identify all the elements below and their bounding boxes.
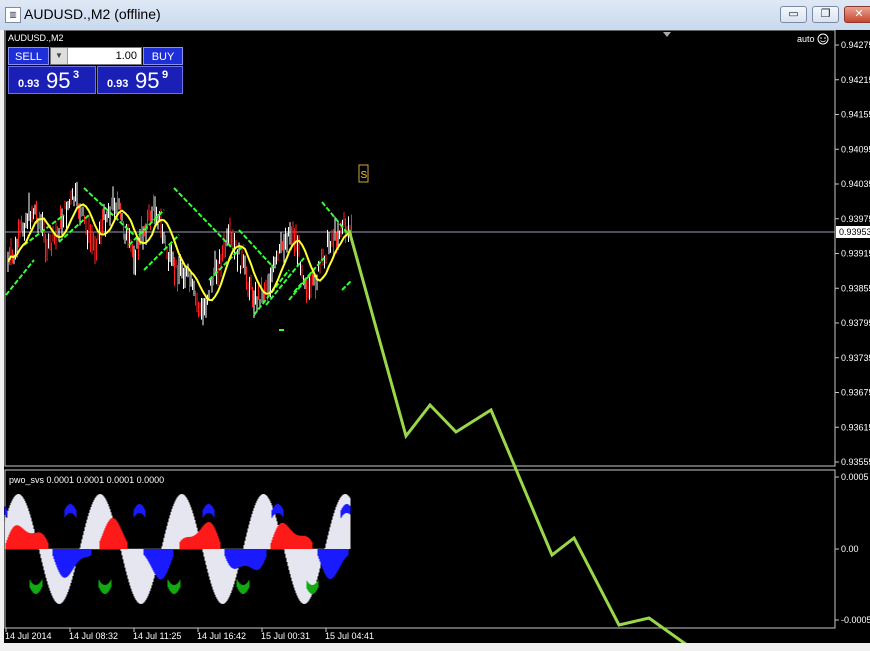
indicator-tick-label: -0.0005 — [841, 615, 870, 625]
restore-button[interactable]: ❐ — [812, 6, 839, 23]
ask-price-box[interactable]: 0.93 95 9 — [97, 66, 183, 94]
price-tick-label: 0.94035 — [841, 179, 870, 189]
time-tick-label: 15 Jul 00:31 — [261, 631, 310, 641]
lot-dropdown-icon[interactable]: ▼ — [51, 48, 68, 64]
signal-marker-label: S — [361, 170, 368, 181]
indicator-tick-label: 0.0005 — [841, 472, 869, 482]
time-tick-label: 15 Jul 04:41 — [325, 631, 374, 641]
current-price-label: 0.93953 — [839, 227, 870, 237]
channel-segment — [173, 187, 235, 251]
title-bar: ▥ AUDUSD.,M2 (offline) ▭ ❐ ✕ — [0, 0, 870, 30]
auto-scroll-label: auto — [797, 34, 815, 44]
price-tick-label: 0.94095 — [841, 144, 870, 154]
channel-segment — [341, 279, 353, 291]
price-tick-label: 0.94155 — [841, 110, 870, 120]
ask-price-pips: 95 — [135, 68, 160, 93]
ask-price-fraction: 9 — [162, 69, 169, 81]
price-tick-label: 0.93555 — [841, 457, 870, 467]
bid-price-fraction: 3 — [73, 69, 80, 81]
price-tick-label: 0.93795 — [841, 318, 870, 328]
smiley-face-icon[interactable] — [817, 33, 829, 45]
sell-button[interactable]: SELL — [8, 47, 49, 65]
channel-segment — [5, 259, 35, 296]
chart-area[interactable]: 0.942750.942150.941550.940950.940350.939… — [4, 30, 870, 643]
channel-segment — [208, 244, 245, 281]
lot-size-input[interactable]: ▼ 1.00 — [50, 47, 142, 65]
bid-price-box[interactable]: 0.93 95 3 — [8, 66, 96, 94]
price-axis: 0.94275 0.94215 0.94155 0.94095 0.94035 0.939… — [835, 40, 870, 467]
bottom-strip — [0, 643, 870, 651]
time-tick-label: 14 Jul 11:25 — [133, 631, 181, 641]
price-tick-label: 0.93855 — [841, 283, 870, 293]
minimize-button[interactable]: ▭ — [780, 6, 807, 23]
close-button[interactable]: ✕ — [844, 6, 870, 23]
bid-price-pips: 95 — [46, 68, 71, 93]
time-tick-label: 14 Jul 08:32 — [69, 631, 118, 641]
price-tick-label: 0.93675 — [841, 388, 870, 398]
main-panel-border — [4, 30, 836, 467]
shift-marker-icon[interactable] — [663, 32, 671, 37]
lot-size-value: 1.00 — [115, 50, 137, 62]
indicator-tick-label: 0.00 — [841, 544, 859, 554]
symbol-label: AUDUSD.,M2 — [8, 33, 64, 43]
price-tick-label: 0.93975 — [841, 214, 870, 224]
bid-price-prefix: 0.93 — [18, 78, 40, 90]
price-tick-label: 0.93915 — [841, 249, 870, 259]
ask-price-prefix: 0.93 — [107, 78, 129, 90]
time-tick-label: 14 Jul 2014 — [5, 631, 52, 641]
chart-window-icon: ▥ — [5, 7, 21, 23]
indicator-axis: 0.0005 0.00 -0.0005 — [835, 472, 870, 625]
window-title: AUDUSD.,M2 (offline) — [24, 6, 161, 22]
price-tick-label: 0.93735 — [841, 353, 870, 363]
price-tick-label: 0.94215 — [841, 75, 870, 85]
time-tick-label: 14 Jul 16:42 — [197, 631, 246, 641]
buy-button[interactable]: BUY — [143, 47, 183, 65]
chart-canvas: 0.942750.942150.941550.940950.940350.939… — [4, 30, 870, 643]
forecast-line — [347, 229, 687, 643]
price-tick-label: 0.94275 — [841, 40, 870, 50]
indicator-label: pwo_svs 0.0001 0.0001 0.0001 0.0000 — [9, 475, 164, 485]
price-tick-label: 0.93615 — [841, 422, 870, 432]
time-axis: 14 Jul 2014 14 Jul 08:32 14 Jul 11:25 14 Ju… — [5, 628, 374, 641]
